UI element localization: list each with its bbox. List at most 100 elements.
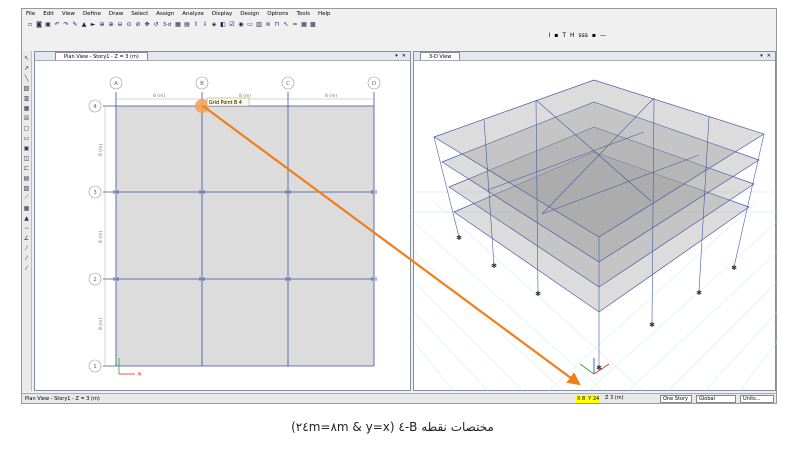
tab-dropdown-icon[interactable]: ▾ (760, 53, 763, 59)
section-square-button[interactable]: ▪ (592, 32, 596, 39)
units-button[interactable]: Units... (740, 395, 774, 403)
section-t-button[interactable]: T (562, 32, 566, 39)
support-icon: ✱ (696, 289, 702, 297)
display-options-icon[interactable]: ☑ (228, 21, 236, 29)
draw-floor-icon[interactable]: ▢ (23, 124, 31, 132)
draw-beam-icon[interactable]: ▦ (23, 104, 31, 112)
perspective-icon[interactable]: ◈ (210, 21, 218, 29)
view-3d-tab[interactable]: 3-D View (420, 52, 461, 60)
move-down-icon[interactable]: ⇩ (201, 21, 209, 29)
section-line-button[interactable]: — (600, 32, 606, 39)
zoom-previous-icon[interactable]: ⊘ (134, 21, 142, 29)
view-3d-pane[interactable]: 3-D View ▾ ✕ ✱ ✱ ✱ ✱ ✱ ✱ ✱ (413, 51, 777, 392)
menu-edit[interactable]: Edit (43, 11, 54, 17)
zoom-in-icon[interactable]: ⊕ (107, 21, 115, 29)
draw-column-icon[interactable]: ▥ (23, 94, 31, 102)
section-h-button[interactable]: H (570, 32, 575, 39)
move-up-icon[interactable]: ⇧ (192, 21, 200, 29)
pan-icon[interactable]: ✥ (143, 21, 151, 29)
draw-link-icon[interactable]: ⊏ (23, 164, 31, 172)
menu-file[interactable]: File (26, 11, 35, 17)
lock-icon[interactable]: ▲ (80, 21, 88, 29)
draw-point-icon[interactable]: ▲ (23, 214, 31, 222)
menu-analyze[interactable]: Analyze (182, 11, 204, 17)
draw-grid-icon[interactable]: ▦ (23, 204, 31, 212)
slab-area (116, 106, 374, 366)
draw-frame-icon[interactable]: ▧ (23, 84, 31, 92)
frame-forces-icon[interactable]: ⊓ (273, 21, 281, 29)
section-sss-button[interactable]: sss (579, 32, 588, 39)
menu-view[interactable]: View (62, 11, 75, 17)
draw-brace-icon[interactable]: ☒ (23, 114, 31, 122)
zoom-out-icon[interactable]: ⊖ (116, 21, 124, 29)
pointer-icon[interactable]: ↖ (282, 21, 290, 29)
draw-opening-icon[interactable]: ◫ (23, 154, 31, 162)
coord-x: X 8 (577, 396, 586, 402)
menu-display[interactable]: Display (212, 11, 232, 17)
draw-tendon-icon[interactable]: ▤ (23, 174, 31, 182)
deformed-shape-icon[interactable]: ≋ (264, 21, 272, 29)
redo-icon[interactable]: ↷ (62, 21, 70, 29)
coord-system-select[interactable]: Global (696, 395, 736, 403)
object-shrink-icon[interactable]: ◧ (219, 21, 227, 29)
menu-assign[interactable]: Assign (156, 11, 174, 17)
elevation-view-icon[interactable]: ▤ (183, 21, 191, 29)
chart-icon[interactable]: ▥ (255, 21, 263, 29)
draw-section-cut-icon[interactable]: ▨ (23, 184, 31, 192)
zoom-window-icon[interactable]: ⊕ (98, 21, 106, 29)
tab-dropdown-icon[interactable]: ▾ (395, 53, 398, 59)
coord-y: Y 24 (588, 396, 600, 402)
bay-label-cd: 8 (m) (325, 93, 337, 99)
run-icon[interactable]: ► (89, 21, 97, 29)
draw-spring-icon[interactable]: ∼ (23, 224, 31, 232)
section-box-button[interactable]: ▪ (554, 32, 558, 39)
grid-bubble-4-label: 4 (93, 104, 97, 110)
draw-line-icon[interactable]: ╲ (23, 74, 31, 82)
new-file-icon[interactable]: ▫ (26, 21, 34, 29)
menu-select[interactable]: Select (131, 11, 148, 17)
menu-tools[interactable]: Tools (296, 11, 310, 17)
open-file-icon[interactable]: ◙ (35, 21, 43, 29)
save-icon[interactable]: ▣ (44, 21, 52, 29)
set-display-icon[interactable]: ◉ (237, 21, 245, 29)
view-3d-canvas[interactable]: ✱ ✱ ✱ ✱ ✱ ✱ ✱ (414, 62, 777, 392)
section-i-button[interactable]: I (548, 32, 550, 39)
draw-area-icon[interactable]: ▣ (23, 144, 31, 152)
plan-view-tab[interactable]: Plan View - Story1 - Z = 3 (m) (55, 52, 148, 60)
pencil-icon[interactable]: ✎ (71, 21, 79, 29)
draw-strip-icon[interactable]: ⁄ (23, 254, 31, 262)
etabs-window: File Edit View Define Draw Select Assign… (21, 8, 777, 404)
menu-bar: File Edit View Define Draw Select Assign… (22, 9, 776, 19)
draw-ramp-icon[interactable]: ∠ (23, 234, 31, 242)
grid-icon[interactable]: ▩ (309, 21, 317, 29)
draw-dimension-icon[interactable]: ⟋ (23, 194, 31, 202)
table-icon[interactable]: ▦ (300, 21, 308, 29)
draw-null-icon[interactable]: ⁄ (23, 244, 31, 252)
rotate-icon[interactable]: ↺ (152, 21, 160, 29)
reshape-icon[interactable]: ↗ (23, 64, 31, 72)
select-pointer-icon[interactable]: ↖ (23, 54, 31, 62)
plan-view-pane[interactable]: Plan View - Story1 - Z = 3 (m) ▾ ✕ 8 (m)… (34, 51, 411, 391)
view-3d-tabstrip: 3-D View ▾ ✕ (414, 52, 775, 61)
select-all-icon[interactable]: ▭ (246, 21, 254, 29)
close-icon[interactable]: ✕ (767, 53, 771, 59)
zoom-all-icon[interactable]: ⊙ (125, 21, 133, 29)
axis-x-marker-icon: ✕ (137, 371, 142, 378)
member-icon[interactable]: ═ (291, 21, 299, 29)
menu-help[interactable]: Help (318, 11, 331, 17)
story-select[interactable]: One Story (660, 395, 692, 403)
plan-view-canvas[interactable]: 8 (m) 8 (m) 8 (m) 8 (m) 8 (m) 8 (m) A B … (35, 62, 412, 392)
menu-define[interactable]: Define (83, 11, 101, 17)
menu-draw[interactable]: Draw (109, 11, 123, 17)
close-icon[interactable]: ✕ (402, 53, 406, 59)
undo-icon[interactable]: ↶ (53, 21, 61, 29)
menu-design[interactable]: Design (240, 11, 259, 17)
view-3d-button[interactable]: 3-d (161, 21, 173, 29)
story-select-value: One Story (663, 396, 688, 402)
plan-view-icon[interactable]: ▦ (174, 21, 182, 29)
figure-caption: مختصات نقطه B-٤ (x=٨m & y=٢٤m) (291, 420, 494, 434)
menu-options[interactable]: Options (267, 11, 288, 17)
draw-slab-icon[interactable]: ⁄ (23, 264, 31, 272)
draw-wall-icon[interactable]: ▭ (23, 134, 31, 142)
support-icon: ✱ (535, 290, 541, 298)
